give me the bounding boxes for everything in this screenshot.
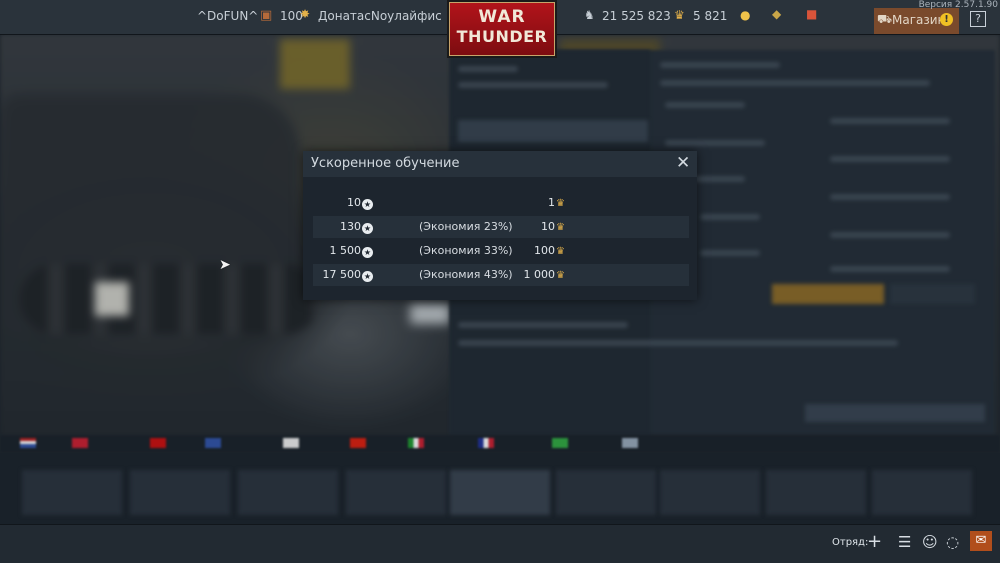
economy-label: (Экономия 33%) bbox=[419, 244, 513, 257]
research-point-icon: ★ bbox=[362, 199, 373, 210]
profile-avatar-icon[interactable]: ▣ bbox=[260, 8, 272, 23]
shop-label: Магазин bbox=[892, 13, 946, 27]
golden-eagles-icon: ♛ bbox=[674, 8, 685, 22]
help-icon[interactable]: ? bbox=[970, 11, 986, 27]
rp-amount: 17 500 ★ bbox=[322, 268, 373, 282]
training-option-row[interactable]: 130 ★ (Экономия 23%) 10♛ bbox=[313, 216, 689, 238]
level-star-icon: ✸ bbox=[300, 7, 311, 21]
economy-label: (Экономия 23%) bbox=[419, 220, 513, 233]
golden-eagle-icon: ♛ bbox=[556, 270, 565, 281]
list-icon[interactable]: ☰ bbox=[898, 533, 911, 551]
logo-text-war: WAR bbox=[478, 7, 526, 27]
research-point-icon: ★ bbox=[362, 247, 373, 258]
achievements-icon[interactable]: ◆ bbox=[772, 7, 781, 21]
rp-amount: 10 ★ bbox=[347, 196, 373, 210]
mail-icon[interactable]: ✉ bbox=[970, 531, 992, 551]
ge-cost: 100♛ bbox=[534, 244, 565, 257]
golden-eagle-icon: ♛ bbox=[556, 198, 565, 209]
version-label: Версия 2.57.1.90 bbox=[918, 0, 998, 10]
contacts-icon[interactable]: ☺ bbox=[922, 533, 938, 551]
training-option-row[interactable]: 10 ★ 1♛ bbox=[313, 192, 689, 214]
chat-icon[interactable]: ◌ bbox=[946, 533, 959, 551]
ge-cost: 1♛ bbox=[548, 196, 565, 209]
logo-text-thunder: THUNDER bbox=[456, 27, 548, 46]
add-squad-icon[interactable]: + bbox=[867, 531, 882, 552]
warbonds-icon[interactable]: ■ bbox=[806, 7, 817, 21]
training-option-row[interactable]: 1 500 ★ (Экономия 33%) 100♛ bbox=[313, 240, 689, 262]
golden-eagle-icon: ♛ bbox=[556, 246, 565, 257]
research-point-icon: ★ bbox=[362, 223, 373, 234]
golden-eagle-icon: ♛ bbox=[556, 222, 565, 233]
golden-eagles-balance: 5 821 bbox=[693, 9, 728, 23]
war-thunder-logo: WAR THUNDER bbox=[447, 0, 557, 58]
ge-cost: 10♛ bbox=[541, 220, 565, 233]
player-name[interactable]: ДонатасNоулайфис bbox=[318, 9, 442, 23]
dialog-title: Ускоренное обучение bbox=[311, 156, 460, 171]
cart-icon: ⛟ bbox=[877, 12, 893, 26]
warning-icon: ! bbox=[940, 13, 953, 26]
dialog-header: Ускоренное обучение ✕ bbox=[303, 151, 697, 177]
training-option-row[interactable]: 17 500 ★ (Экономия 43%) 1 000♛ bbox=[313, 264, 689, 286]
squad-label: Отряд: bbox=[832, 537, 869, 548]
research-point-icon: ★ bbox=[362, 271, 373, 282]
economy-label: (Экономия 43%) bbox=[419, 268, 513, 281]
rp-amount: 130 ★ bbox=[340, 220, 373, 234]
mouse-cursor-icon: ➤ bbox=[219, 257, 231, 273]
silver-lions-balance: 21 525 823 bbox=[602, 9, 671, 23]
squadron-tag: ^DoFUN^ bbox=[197, 9, 259, 23]
ge-cost: 1 000♛ bbox=[523, 268, 565, 281]
accelerated-training-dialog: Ускоренное обучение ✕ 10 ★ 1♛ 130 ★ (Эконо… bbox=[303, 151, 697, 300]
close-icon[interactable]: ✕ bbox=[676, 154, 690, 172]
bottom-bar: Отряд: + ☰ ☺ ◌ ✉ bbox=[0, 524, 1000, 563]
lightbulb-icon[interactable]: ● bbox=[740, 8, 750, 22]
silver-lions-icon: ♞ bbox=[584, 8, 595, 22]
shop-button[interactable]: ⛟ Магазин ! bbox=[874, 8, 959, 34]
rp-amount: 1 500 ★ bbox=[329, 244, 373, 258]
